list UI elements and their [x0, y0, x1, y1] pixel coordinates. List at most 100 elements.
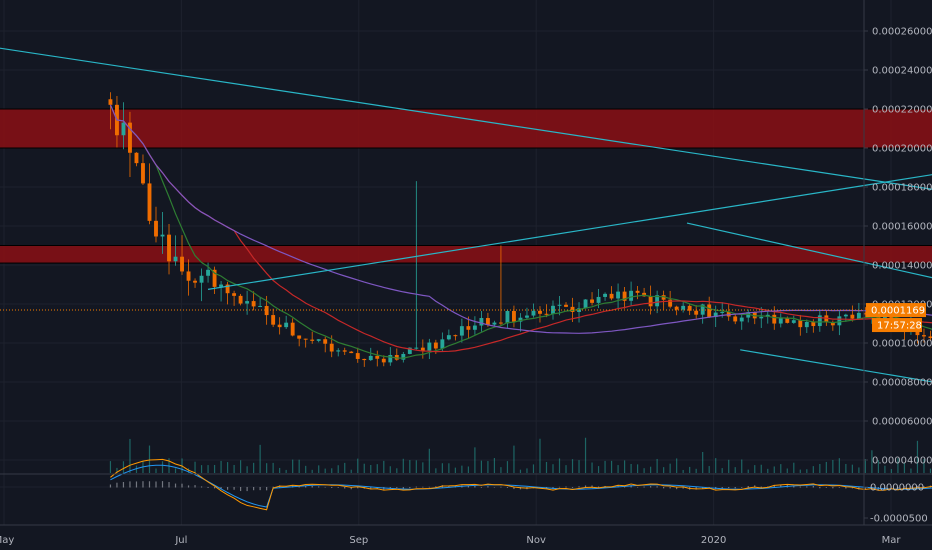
macd-histogram-bar: [187, 485, 190, 488]
volume-bar: [571, 459, 574, 473]
volume-bar: [793, 462, 795, 473]
volume-bar: [467, 466, 469, 473]
y-tick-label: 0.00016000: [872, 222, 932, 233]
candle-body: [342, 350, 347, 352]
candle-body: [674, 306, 679, 310]
volume-bar: [650, 466, 652, 473]
volume-bar: [161, 461, 164, 473]
price-chart[interactable]: 0.00026000 0.00024000 0.00022000 0.00020000…: [0, 0, 932, 550]
candle-body: [160, 234, 165, 237]
volume-bar: [155, 468, 157, 473]
macd-histogram-bar: [174, 483, 177, 488]
macd-histogram-bar: [728, 487, 730, 489]
candle-body: [681, 305, 686, 310]
volume-bar: [864, 458, 866, 473]
y-tick-label: 0.00004000: [872, 456, 932, 467]
volume-bar: [324, 468, 326, 473]
candle-body: [720, 312, 725, 314]
y-tick-label: 0.00008000: [872, 378, 932, 389]
candle-body: [798, 320, 803, 328]
volume-bar: [226, 462, 229, 473]
candle-body: [245, 301, 250, 304]
macd-histogram-bar: [161, 481, 164, 488]
volume-bar: [240, 460, 242, 473]
macd-histogram-bar: [318, 486, 320, 488]
x-tick-label: 2020: [701, 535, 726, 546]
candle-body: [193, 280, 197, 283]
volume-bar: [799, 469, 801, 473]
volume-bar: [480, 460, 483, 473]
volume-bar: [721, 468, 723, 473]
y-tick-label: 0.00010000: [872, 339, 932, 350]
volume-bar: [266, 463, 268, 473]
volume-bar: [754, 465, 756, 473]
osc-tick-label: 0.0000000: [870, 483, 924, 494]
volume-bar: [311, 469, 313, 473]
candle-body: [564, 304, 568, 307]
volume-bar: [279, 467, 281, 473]
macd-histogram-bar: [500, 486, 502, 488]
candle-body: [401, 353, 406, 360]
macd-histogram-bar: [558, 486, 561, 488]
y-tick-label: 0.00018000: [872, 183, 932, 194]
macd-histogram-bar: [656, 486, 658, 488]
volume-bar: [422, 462, 424, 473]
macd-histogram-bar: [129, 481, 131, 488]
volume-bar: [825, 461, 827, 473]
macd-histogram-bar: [135, 481, 138, 488]
y-tick-label: 0.00024000: [872, 66, 932, 77]
x-tick-label: Sep: [349, 535, 368, 546]
volume-bar: [773, 466, 775, 473]
x-tick-label: Nov: [526, 535, 546, 546]
volume-bar: [109, 461, 112, 473]
candle-body: [804, 322, 809, 328]
macd-histogram-bar: [253, 487, 255, 491]
candle-body: [134, 152, 139, 164]
candle-body: [167, 234, 171, 262]
macd-histogram-bar: [571, 487, 574, 488]
volume-bar: [741, 459, 743, 473]
macd-histogram-bar: [734, 487, 736, 489]
volume-bar: [702, 451, 704, 473]
macd-histogram-bar: [155, 481, 157, 488]
volume-bar: [122, 461, 125, 473]
macd-histogram-bar: [578, 486, 580, 488]
candle-body: [837, 316, 842, 326]
candle-body: [362, 358, 367, 361]
volume-bar: [376, 464, 378, 473]
volume-bar: [474, 447, 476, 473]
candle-body: [707, 304, 712, 317]
candle-body: [173, 256, 178, 262]
volume-bar: [858, 467, 860, 473]
volume-bar: [331, 468, 333, 473]
volume-bar: [689, 466, 691, 473]
macd-histogram-bar: [650, 486, 652, 488]
candle-body: [459, 326, 464, 336]
volume-bar: [441, 463, 443, 473]
volume-bar: [428, 448, 430, 473]
macd-histogram-bar: [396, 487, 398, 488]
volume-bar: [461, 465, 463, 473]
candle-body: [635, 290, 640, 293]
volume-bar: [637, 464, 639, 473]
macd-histogram-bar: [200, 486, 203, 488]
candle-body: [856, 312, 861, 319]
candle-body: [629, 290, 634, 301]
volume-bar: [695, 468, 697, 473]
macd-histogram-bar: [213, 487, 216, 489]
macd-histogram-bar: [331, 487, 333, 488]
candle-body: [525, 315, 529, 318]
macd-histogram-bar: [741, 487, 743, 488]
candle-body: [446, 335, 451, 340]
volume-bar: [552, 464, 554, 473]
macd-histogram-bar: [233, 487, 235, 490]
candle-body: [297, 335, 302, 339]
candle-body: [694, 310, 699, 315]
macd-histogram-bar: [838, 487, 840, 488]
volume-bar: [454, 467, 456, 473]
candle-body: [609, 293, 614, 299]
volume-bar: [350, 469, 352, 473]
volume-bar: [435, 468, 437, 473]
volume-bar: [298, 459, 300, 473]
macd-histogram-bar: [344, 487, 346, 489]
